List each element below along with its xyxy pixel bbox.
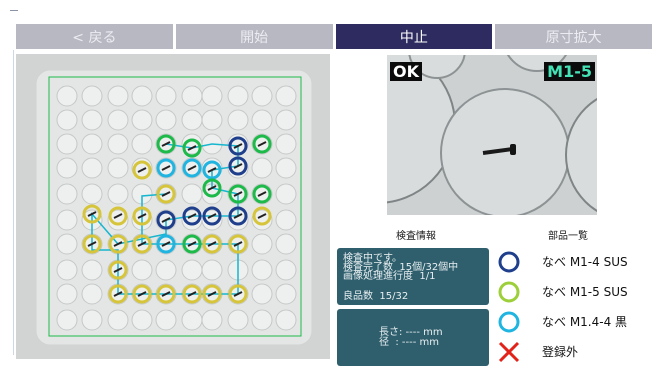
legend-label: なべ M1-5 SUS	[542, 285, 628, 299]
stop-button[interactable]: 中止	[335, 24, 493, 49]
good-count: 良品数 15/32	[343, 291, 409, 302]
cyan-ring-icon	[498, 311, 520, 333]
green-ring-icon	[498, 281, 520, 303]
back-button[interactable]: < 戻る	[16, 24, 173, 49]
legend-label: 登録外	[542, 345, 579, 359]
camera-view: OK M1-5	[387, 55, 597, 215]
inspection-info-label: 検査情報	[396, 231, 436, 242]
measurement-panel: 長さ: ---- mm 径 : ---- mm	[337, 309, 489, 366]
inspection-info-panel: 検査中です。 検査完了数 15個/32個中 画像処理進行度 1/1 良品数 15…	[337, 248, 489, 305]
legend-label: なべ M1-4 SUS	[542, 255, 628, 269]
actual-size-button[interactable]: 原寸拡大	[495, 24, 652, 49]
legend-item-m1-4-sus: なべ M1-4 SUS	[496, 249, 646, 273]
legend-item-m1-4-4-black: なべ M1.4-4 黒	[496, 309, 646, 333]
top-edge-mark	[10, 10, 18, 11]
navy-ring-icon	[498, 251, 520, 273]
red-cross-icon	[498, 341, 520, 363]
left-divider	[13, 50, 14, 355]
tab-bar: < 戻る 開始 中止 原寸拡大	[16, 24, 652, 49]
start-button[interactable]: 開始	[175, 24, 333, 49]
tray-grid	[35, 69, 313, 346]
tray-image	[16, 54, 330, 359]
processing-progress: 画像処理進行度 1/1	[343, 271, 436, 282]
part-badge: M1-5	[544, 62, 595, 81]
legend-label: なべ M1.4-4 黒	[542, 315, 628, 329]
legend-item-m1-5-sus: なべ M1-5 SUS	[496, 279, 646, 303]
diameter-readout: 径 : ---- mm	[379, 337, 439, 348]
legend-item-unregistered: 登録外	[496, 339, 646, 363]
parts-list-label: 部品一覧	[548, 231, 588, 242]
result-badge: OK	[390, 62, 422, 81]
